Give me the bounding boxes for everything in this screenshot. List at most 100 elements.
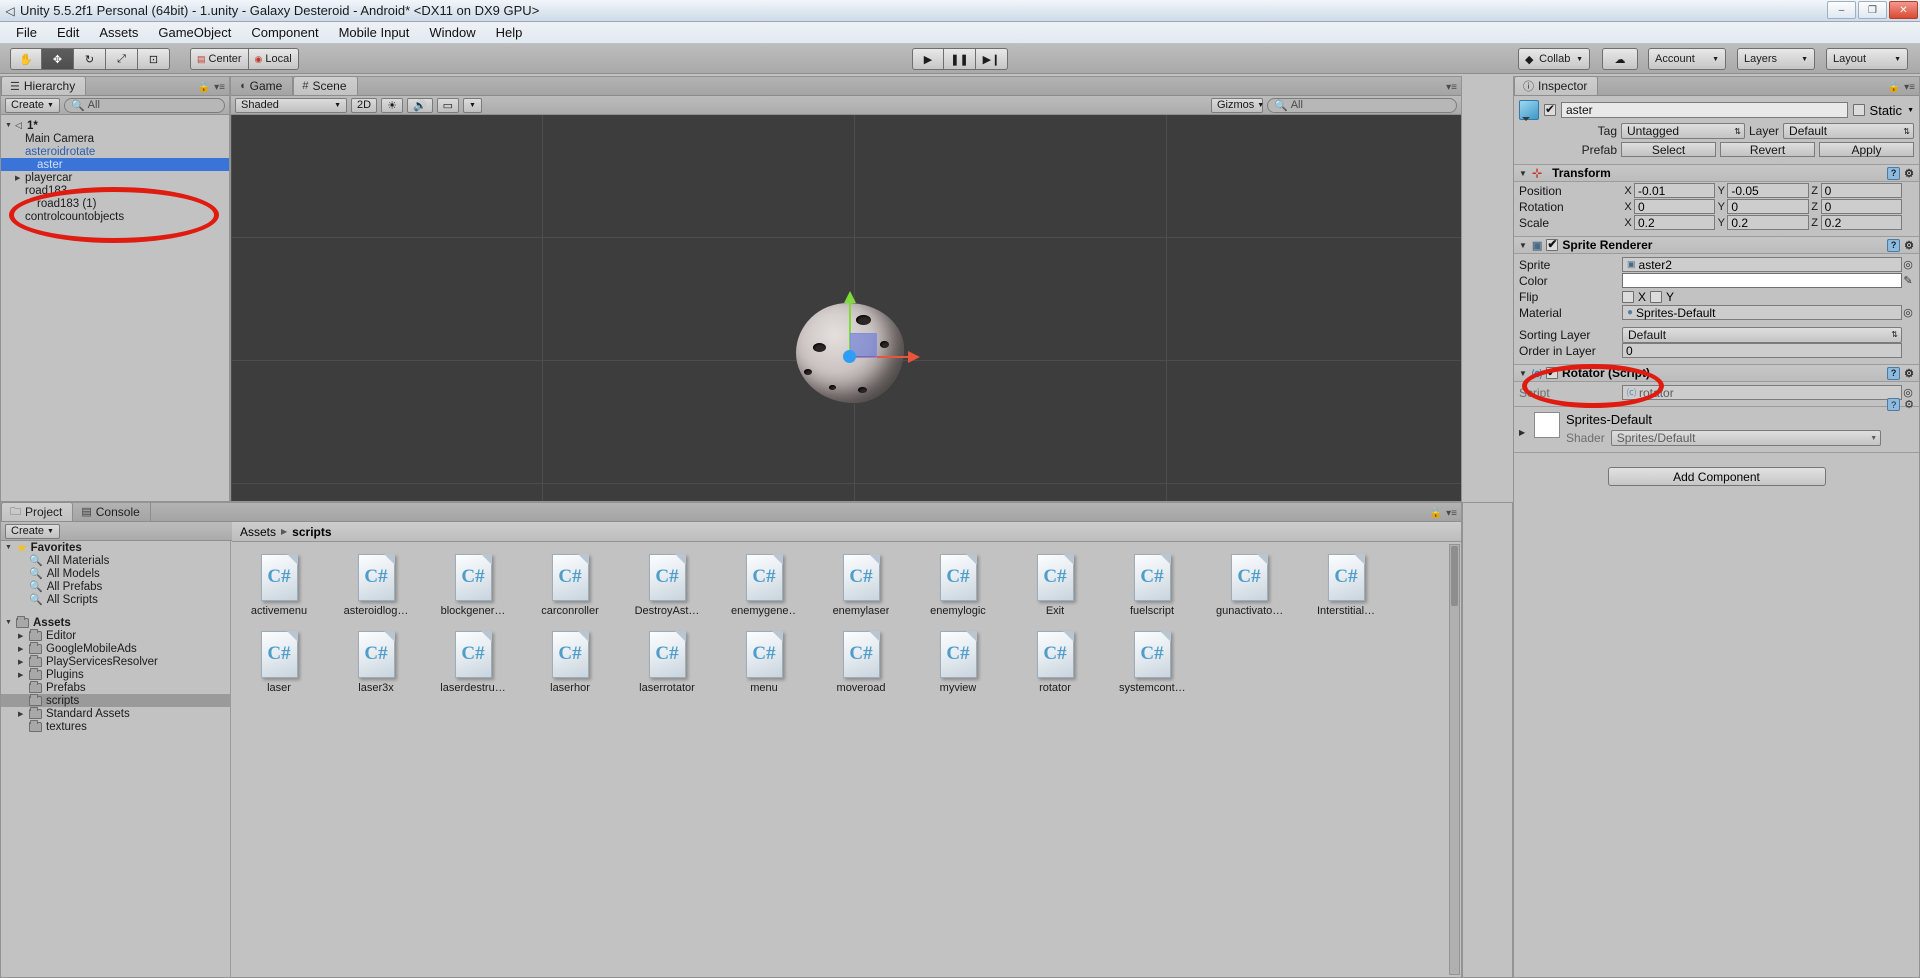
- asset-item[interactable]: C# laser3x: [343, 631, 409, 694]
- scene-audio-icon[interactable]: 🔊: [406, 97, 433, 113]
- pivot-rotation-button[interactable]: ◉ Local: [248, 48, 299, 70]
- asset-item[interactable]: C# enemygene…: [731, 554, 797, 617]
- scale-tool-icon[interactable]: ⤢: [106, 48, 138, 70]
- hierarchy-item[interactable]: road183: [1, 184, 229, 197]
- help-icon[interactable]: ?: [1887, 238, 1901, 252]
- prefab-revert-button[interactable]: Revert: [1720, 142, 1815, 157]
- transform-y-input[interactable]: 0: [1727, 199, 1809, 214]
- panel-menu-icon[interactable]: ▾≡: [1904, 82, 1915, 93]
- script-object-field[interactable]: ⒞ rotator: [1622, 385, 1902, 400]
- transform-y-input[interactable]: 0.2: [1727, 215, 1809, 230]
- play-button[interactable]: ▶: [912, 48, 944, 70]
- scene-search-input[interactable]: 🔍 All: [1267, 97, 1457, 113]
- foldout-icon[interactable]: ▶: [18, 632, 29, 640]
- scrollbar-thumb[interactable]: [1451, 546, 1458, 606]
- gear-icon[interactable]: ⚙: [1904, 167, 1914, 180]
- project-tree-item[interactable]: 🔍 All Models: [1, 567, 230, 581]
- asset-item[interactable]: C# enemylogic: [925, 554, 991, 617]
- gizmo-x-arrow[interactable]: [908, 351, 920, 363]
- inspector-tab-menu[interactable]: 🔒 ▾≡: [1888, 82, 1915, 93]
- eyedropper-icon[interactable]: ✎: [1902, 274, 1914, 287]
- transform-z-input[interactable]: 0: [1820, 199, 1902, 214]
- lock-icon[interactable]: 🔒: [1430, 508, 1442, 519]
- sprite-renderer-header[interactable]: ▼ ▣ Sprite Renderer ? ⚙: [1514, 236, 1919, 254]
- project-create-button[interactable]: Create ▼: [5, 523, 60, 539]
- asset-item[interactable]: C# menu: [731, 631, 797, 694]
- transform-component-header[interactable]: ▼ ⊹ Transform ? ⚙: [1514, 164, 1919, 182]
- project-tree-item[interactable]: textures: [1, 719, 230, 733]
- foldout-icon[interactable]: ▶: [1519, 428, 1528, 437]
- asset-item[interactable]: C# laserrotator: [634, 631, 700, 694]
- transform-z-input[interactable]: 0: [1820, 183, 1902, 198]
- asset-item[interactable]: C# carconroller: [537, 554, 603, 617]
- menu-gameobject[interactable]: GameObject: [148, 23, 241, 42]
- lock-icon[interactable]: 🔒: [1888, 82, 1900, 93]
- asset-item[interactable]: C# enemylaser: [828, 554, 894, 617]
- foldout-icon[interactable]: ▶: [15, 174, 25, 182]
- color-swatch-field[interactable]: [1622, 273, 1902, 288]
- help-icon[interactable]: ?: [1887, 166, 1901, 180]
- tab-game[interactable]: ◖ Game: [231, 76, 294, 95]
- foldout-icon[interactable]: ▶: [18, 671, 29, 679]
- asset-item[interactable]: C# laserhor: [537, 631, 603, 694]
- menu-edit[interactable]: Edit: [47, 23, 89, 42]
- hierarchy-scene-row[interactable]: ▼ ◁ 1*: [1, 119, 229, 132]
- gear-icon[interactable]: ⚙: [1904, 398, 1914, 411]
- sprite-object-field[interactable]: ▣ aster2: [1622, 257, 1902, 272]
- asset-item[interactable]: C# Interstitial…: [1313, 554, 1379, 617]
- project-tree-item[interactable]: ▶ GoogleMobileAds: [1, 641, 230, 655]
- scene-fx-icon[interactable]: ▭: [436, 97, 460, 113]
- transform-x-input[interactable]: 0.2: [1634, 215, 1716, 230]
- foldout-icon[interactable]: ▶: [18, 710, 29, 718]
- tag-dropdown[interactable]: Untagged ⇅: [1621, 123, 1745, 139]
- layout-button[interactable]: Layout ▼: [1826, 48, 1908, 70]
- project-tree-item[interactable]: 🔍 All Scripts: [1, 593, 230, 607]
- project-tab-menu[interactable]: 🔒 ▾≡: [1430, 508, 1457, 519]
- cloud-icon[interactable]: ☁: [1602, 48, 1638, 70]
- project-tree-item[interactable]: ▶ Editor: [1, 628, 230, 642]
- project-tree-item[interactable]: ▶ PlayServicesResolver: [1, 654, 230, 668]
- help-icon[interactable]: ?: [1887, 366, 1901, 380]
- collab-button[interactable]: ◆ Collab ▼: [1518, 48, 1590, 70]
- scene-fx-dropdown-icon[interactable]: ▼: [463, 97, 482, 113]
- panel-menu-icon[interactable]: ▾≡: [1446, 508, 1457, 519]
- hierarchy-item[interactable]: aster: [1, 158, 229, 171]
- menu-file[interactable]: File: [6, 23, 47, 42]
- material-object-field[interactable]: ● Sprites-Default: [1622, 305, 1902, 320]
- project-tree-item[interactable]: ▼ ★ Favorites: [1, 540, 230, 555]
- asset-item[interactable]: C# activemenu: [246, 554, 312, 617]
- help-icon[interactable]: ?: [1887, 398, 1901, 411]
- sorting-layer-dropdown[interactable]: Default ⇅: [1622, 326, 1902, 343]
- asset-item[interactable]: C# Exit: [1022, 554, 1088, 617]
- project-tree-item[interactable]: ▼ Assets: [1, 615, 230, 629]
- asset-item[interactable]: C# laser: [246, 631, 312, 694]
- gizmo-center-handle[interactable]: [843, 350, 856, 363]
- toggle-2d-button[interactable]: 2D: [351, 97, 378, 113]
- tab-scene[interactable]: # Scene: [293, 76, 358, 95]
- gear-icon[interactable]: ⚙: [1904, 239, 1914, 252]
- foldout-icon[interactable]: ▼: [5, 619, 16, 626]
- menu-help[interactable]: Help: [486, 23, 533, 42]
- asteroid-object[interactable]: [790, 291, 920, 413]
- gameobject-enabled-checkbox[interactable]: [1544, 102, 1556, 116]
- foldout-icon[interactable]: ▼: [5, 544, 16, 551]
- asset-item[interactable]: C# DestroyAst…: [634, 554, 700, 617]
- transform-x-input[interactable]: -0.01: [1634, 183, 1716, 198]
- hand-tool-icon[interactable]: ✋: [10, 48, 42, 70]
- hierarchy-search-input[interactable]: 🔍 All: [63, 97, 225, 113]
- add-component-button[interactable]: Add Component: [1607, 467, 1826, 486]
- asset-item[interactable]: C# laserdestru…: [440, 631, 506, 694]
- minimize-button[interactable]: –: [1827, 1, 1856, 19]
- hierarchy-item[interactable]: asteroidrotate: [1, 145, 229, 158]
- hierarchy-item[interactable]: Main Camera: [1, 132, 229, 145]
- asset-item[interactable]: C# myview: [925, 631, 991, 694]
- shader-dropdown[interactable]: Sprites/Default ▼: [1610, 430, 1882, 446]
- menu-component[interactable]: Component: [241, 23, 328, 42]
- panel-menu-icon[interactable]: ▾≡: [214, 82, 225, 93]
- tab-project[interactable]: 🗀 Project: [1, 502, 74, 521]
- gear-icon[interactable]: ⚙: [1904, 367, 1914, 380]
- rotate-tool-icon[interactable]: ↻: [74, 48, 106, 70]
- chevron-down-icon[interactable]: ▼: [1907, 107, 1914, 114]
- gameobject-name-input[interactable]: aster: [1561, 102, 1848, 118]
- asset-item[interactable]: C# asteroidlog…: [343, 554, 409, 617]
